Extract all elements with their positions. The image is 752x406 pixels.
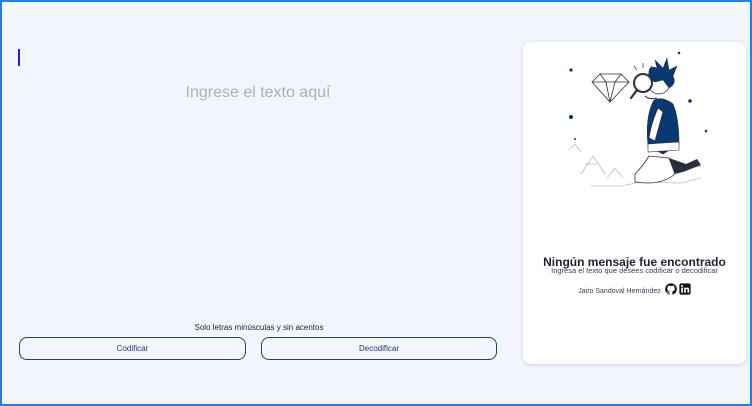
- hint-text: Solo letras minúsculas y sin acentos: [194, 323, 324, 332]
- input-hint: Solo letras minúsculas y sin acentos: [18, 323, 500, 332]
- app-window: Ingrese el texto aquí Solo letras minúsc…: [2, 2, 750, 404]
- github-icon[interactable]: [664, 283, 677, 295]
- text-caret: [18, 49, 20, 66]
- message-input[interactable]: [18, 42, 498, 312]
- decode-button[interactable]: Decodificar: [261, 337, 497, 360]
- linkedin-icon[interactable]: [679, 283, 691, 295]
- diamond-icon: [591, 73, 630, 103]
- encode-button[interactable]: Codificar: [19, 337, 246, 360]
- no-message-subtitle: Ingresa el texto que desees codificar o …: [551, 266, 718, 275]
- search-illustration: [568, 51, 708, 187]
- magnifier-icon: [629, 63, 653, 100]
- result-panel: Ningún mensaje fue encontrado Ingresa el…: [523, 42, 746, 364]
- author-name: Jairo Sandoval Hernández: [578, 288, 661, 295]
- author-footer: Jairo Sandoval Hernández: [523, 283, 746, 295]
